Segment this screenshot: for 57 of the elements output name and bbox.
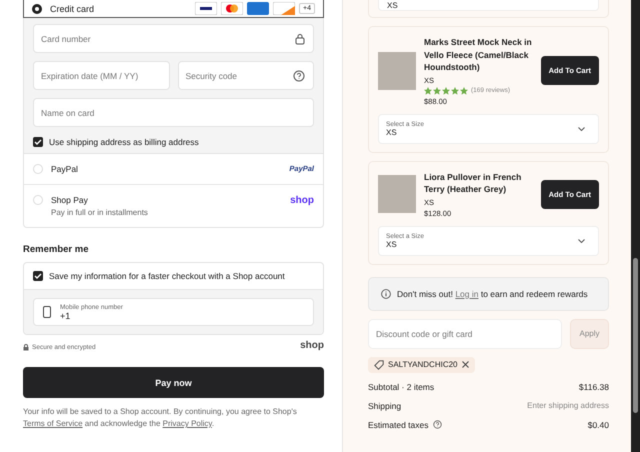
select-value: XS [386, 240, 398, 248]
option-label: Credit card [50, 4, 96, 14]
checkbox[interactable] [33, 137, 43, 147]
radio-button[interactable] [32, 4, 42, 14]
pay-now-button[interactable]: Pay now [23, 367, 324, 398]
info-icon [381, 288, 391, 298]
option-label: PayPal [51, 164, 79, 174]
summary-label: Shipping [368, 400, 402, 410]
tag-icon [374, 360, 384, 370]
placeholder: Expiration date (MM / YY) [41, 70, 138, 80]
summary-value: $116.38 [578, 382, 609, 392]
placeholder: Security code [186, 70, 237, 80]
product-name: Marks Street Mock Neck in Vello Fleece (Camel/Black Houndstooth) [424, 36, 533, 74]
checkbox-label: Save my information for a faster checkout with a Shop account [49, 271, 285, 281]
checkbox[interactable] [33, 271, 43, 281]
summary-label: Estimated taxes [368, 420, 428, 430]
checkbox-label: Use shipping address as billing address [49, 137, 199, 147]
input-field[interactable]: Security code [178, 61, 314, 90]
log-in-link[interactable]: Log in [455, 288, 478, 298]
input-field[interactable]: Card number [33, 24, 314, 53]
phone-icon [43, 306, 51, 318]
field-value: +1 [60, 310, 72, 320]
photo-placeholder [378, 175, 416, 213]
select-value: XS [386, 128, 398, 136]
summary-label: Subtotal · 2 items [368, 382, 434, 392]
legal-text: Your info will be saved to a Shop account. By continuing, you agree to Shop's Terms of Service and acknowledge the Privacy Policy. [23, 406, 298, 430]
lock-icon [23, 344, 29, 351]
scrollbar[interactable] [631, 0, 640, 452]
close-icon[interactable] [462, 361, 468, 368]
rewards-text: Don't miss out! Log in to earn and redeem rewards [397, 288, 588, 298]
help-icon[interactable] [433, 420, 442, 429]
section-heading: Remember me [23, 244, 90, 255]
lock-icon [295, 32, 305, 44]
chevron-down-icon [578, 126, 585, 130]
brand-logo: shop [300, 340, 324, 351]
brand-logo: shop [290, 195, 314, 206]
terms-link[interactable]: Terms of Service [23, 419, 83, 428]
chevron-down-icon [578, 238, 585, 242]
option-description: Pay in full or in installments [51, 208, 149, 217]
input-field[interactable]: Expiration date (MM / YY) [33, 61, 170, 90]
card-brand-icon [247, 2, 270, 15]
input-field[interactable]: Name on card [33, 98, 314, 127]
placeholder: Name on card [41, 108, 94, 118]
placeholder: Discount code or gift card [376, 328, 472, 338]
option-label: Shop Pay [51, 195, 89, 205]
summary-value: Enter shipping address [527, 401, 609, 410]
discount-code: SALTYANDCHIC20 [388, 360, 458, 369]
payment-option[interactable]: Shop Pay Pay in full or in installments shop [24, 184, 323, 227]
privacy-link[interactable]: Privacy Policy [162, 419, 212, 428]
discount-field[interactable]: Discount code or gift card [368, 318, 562, 348]
photo-placeholder [378, 52, 416, 90]
select-value: XS [387, 0, 398, 10]
help-icon [293, 70, 305, 82]
product-name: Liora Pullover in French Terry (Heather Grey) [424, 170, 522, 196]
summary-value: $0.40 [588, 420, 609, 430]
placeholder: Card number [41, 34, 91, 44]
size-select[interactable]: XS [378, 0, 599, 11]
